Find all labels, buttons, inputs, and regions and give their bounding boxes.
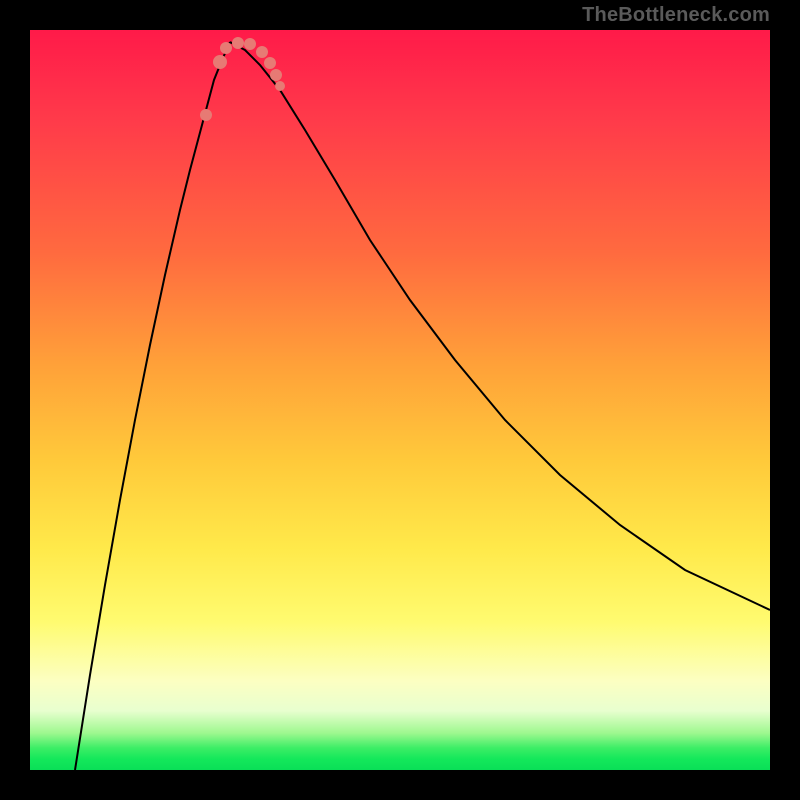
chart-frame: TheBottleneck.com [0,0,800,800]
marker-point [200,109,212,121]
marker-point [275,81,285,91]
marker-point [213,55,227,69]
watermark-text: TheBottleneck.com [582,0,770,30]
curve-right-branch [230,42,770,610]
marker-point [256,46,268,58]
marker-point [244,38,256,50]
curve-svg [30,30,770,770]
marker-point [264,57,276,69]
plot-area [30,30,770,770]
marker-point [270,69,282,81]
curve-left-branch [75,42,230,770]
marker-point [232,37,244,49]
marker-point [220,42,232,54]
